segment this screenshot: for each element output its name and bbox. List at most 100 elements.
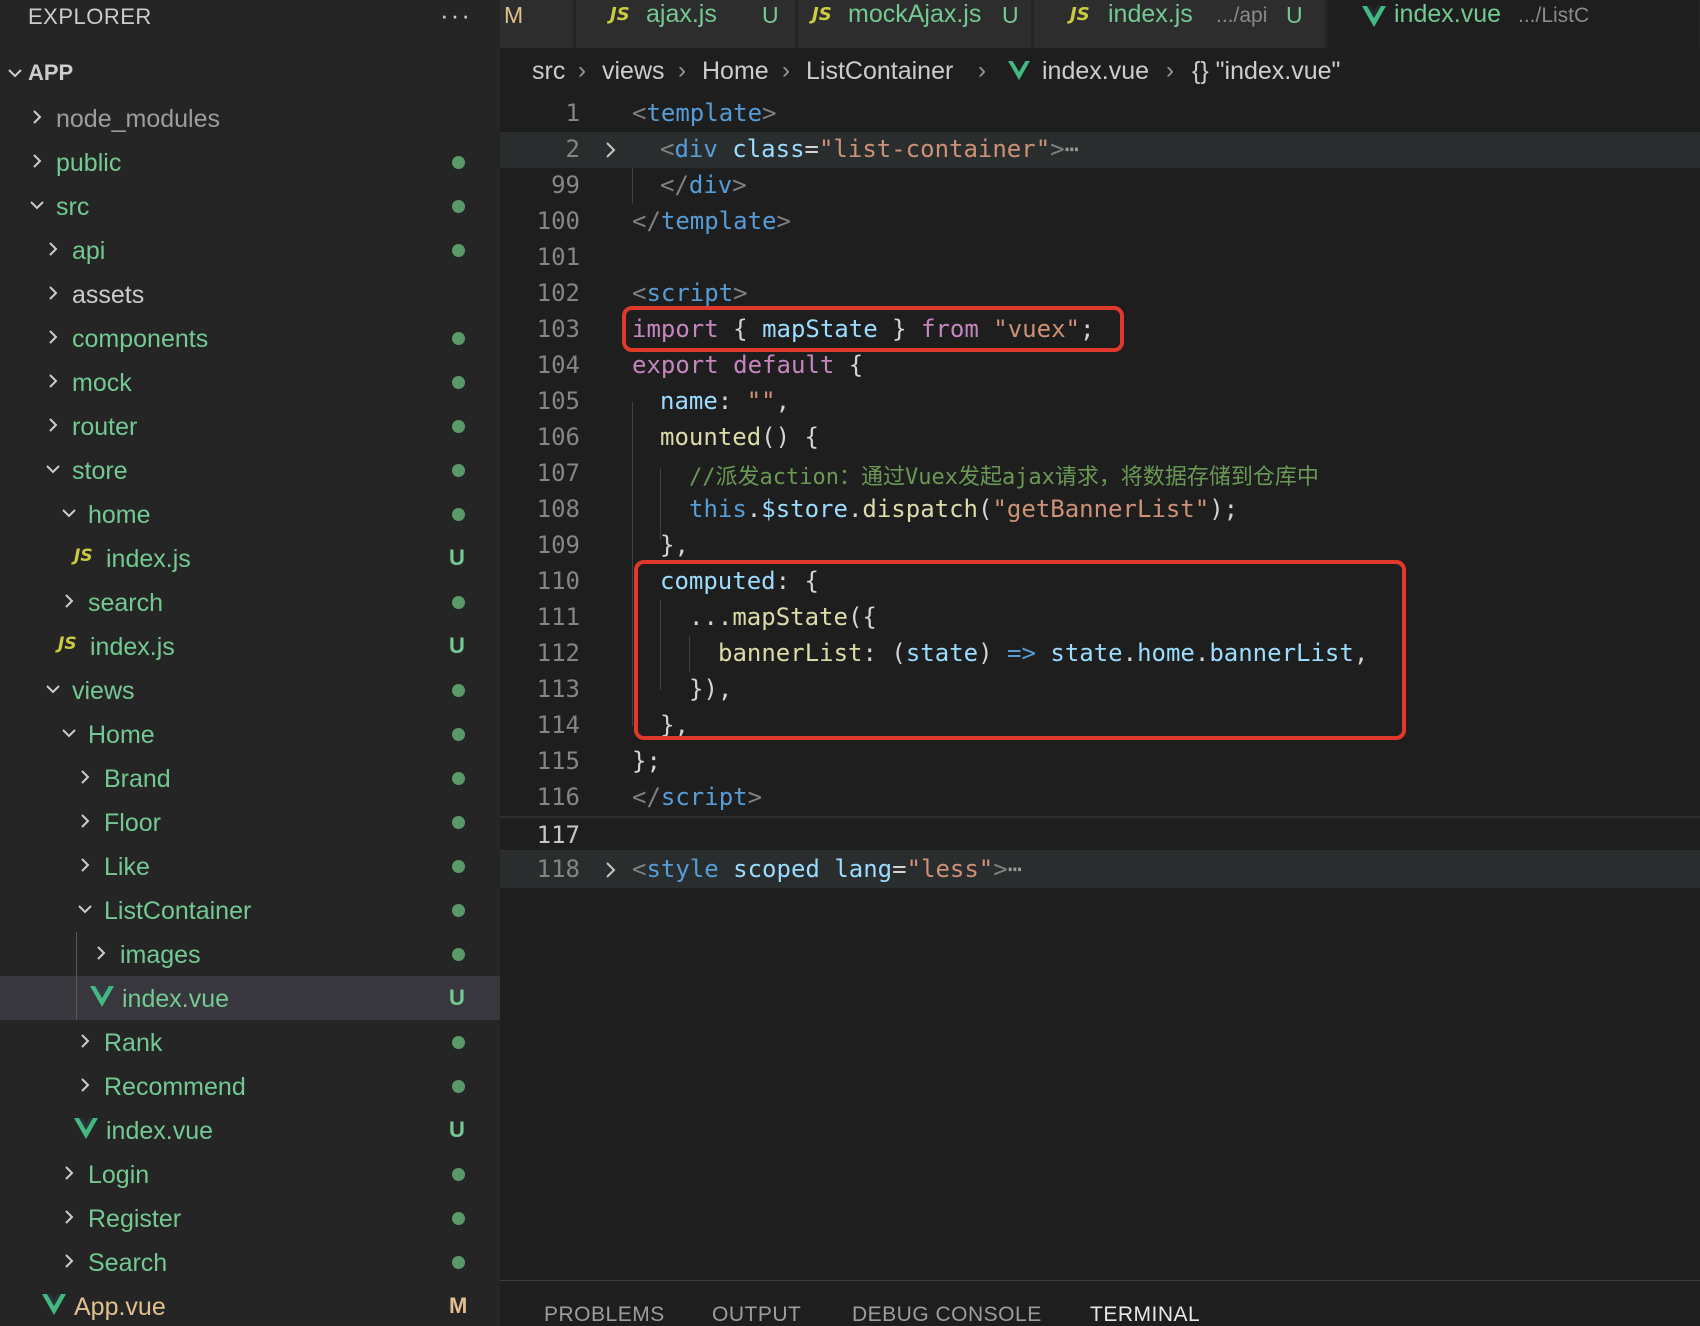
chevron-right-icon [26, 140, 46, 184]
tree-item[interactable]: images [0, 932, 500, 976]
tree-item-label: Search [88, 1249, 168, 1277]
tree-item[interactable]: Like [0, 844, 500, 888]
chevron-down-icon [26, 184, 46, 228]
tab-index-js-api[interactable]: JS index.js .../api U [1034, 0, 1326, 48]
code-editor[interactable]: 1 <template> 2 <div class="list-containe… [500, 96, 1700, 1276]
vue-file-icon [74, 1118, 100, 1142]
tree-item[interactable]: search [0, 580, 500, 624]
git-status-dot [452, 464, 465, 477]
tree-item-label: index.js [90, 633, 175, 661]
tree-item[interactable]: Search [0, 1240, 500, 1284]
more-actions-button[interactable]: ··· [440, 0, 472, 31]
chevron-right-icon[interactable] [600, 860, 620, 880]
git-status-dot [452, 376, 465, 389]
line-number: 1 [565, 99, 580, 127]
tree-indent-guide [76, 932, 77, 1020]
tab-terminal[interactable]: TERMINAL [1090, 1303, 1200, 1326]
line-content: </div> [660, 171, 747, 199]
tree-item[interactable]: node_modules [0, 96, 500, 140]
chevron-right-icon [58, 580, 78, 624]
line-content: <template> [632, 99, 777, 127]
tab-debug-console[interactable]: DEBUG CONSOLE [852, 1303, 1042, 1326]
tree-item[interactable]: Register [0, 1196, 500, 1240]
code-line: 107 //派发action：通过Vuex发起ajax请求，将数据存储到仓库中 [500, 456, 1700, 492]
chevron-down-icon [58, 492, 78, 536]
tree-item[interactable]: Recommend [0, 1064, 500, 1108]
line-content: mounted() { [660, 423, 819, 451]
line-number: 109 [536, 531, 580, 559]
tree-item[interactable]: Brand [0, 756, 500, 800]
tree-item[interactable]: index.vue U [0, 1108, 500, 1152]
tree-item[interactable]: src [0, 184, 500, 228]
tree-item-label: components [72, 325, 209, 353]
tree-item[interactable]: index.vue U [0, 976, 500, 1020]
breadcrumb-symbol[interactable]: {} "index.vue" [1192, 57, 1340, 86]
breadcrumb-home[interactable]: Home [702, 57, 769, 86]
vue-file-icon [1008, 61, 1030, 86]
tree-item[interactable]: Login [0, 1152, 500, 1196]
line-content: name: "", [660, 387, 791, 415]
js-file-icon: JS [1070, 4, 1090, 25]
tree-item[interactable]: JS index.js U [0, 536, 500, 580]
tree-item[interactable]: store [0, 448, 500, 492]
breadcrumb-listcontainer[interactable]: ListContainer [806, 57, 953, 86]
git-status-dot [452, 1256, 465, 1269]
git-status-badge: U [449, 1117, 465, 1142]
tab-path: .../api [1216, 4, 1268, 27]
tree-item-label: store [72, 457, 128, 485]
tree-item[interactable]: components [0, 316, 500, 360]
tree-item[interactable]: public [0, 140, 500, 184]
chevron-right-icon: › [978, 57, 986, 84]
tree-item-label: Floor [104, 809, 161, 837]
tree-item[interactable]: api [0, 228, 500, 272]
git-status-dot [452, 508, 465, 521]
git-status-dot [452, 1168, 465, 1181]
tab-modified-file[interactable]: M [500, 0, 574, 48]
tab-mockajax-js[interactable]: JS mockAjax.js U [798, 0, 1032, 48]
chevron-right-icon [58, 1240, 78, 1284]
chevron-right-icon [42, 316, 62, 360]
tree-item[interactable]: views [0, 668, 500, 712]
line-number: 116 [536, 783, 580, 811]
js-file-icon: JS [610, 4, 630, 25]
line-content: }, [660, 531, 689, 559]
breadcrumb-src[interactable]: src [532, 57, 565, 86]
code-line: 116 </script> [500, 780, 1700, 816]
explorer-root-folder[interactable]: APP [0, 52, 500, 92]
chevron-right-icon [42, 228, 62, 272]
tree-item[interactable]: mock [0, 360, 500, 404]
tree-item[interactable]: assets [0, 272, 500, 316]
git-status-dot [452, 156, 465, 169]
tree-item[interactable]: Home [0, 712, 500, 756]
chevron-right-icon [74, 844, 94, 888]
line-number: 105 [536, 387, 580, 415]
chevron-right-icon[interactable] [600, 140, 620, 160]
code-line: 101 [500, 240, 1700, 276]
tab-index-vue-active[interactable]: index.vue .../ListC [1328, 0, 1700, 48]
tree-item-label: ListContainer [104, 897, 252, 925]
git-status-dot [452, 772, 465, 785]
tree-item[interactable]: ListContainer [0, 888, 500, 932]
chevron-down-icon [42, 448, 62, 492]
tab-ajax-js[interactable]: JS ajax.js U [576, 0, 796, 48]
tree-item[interactable]: router [0, 404, 500, 448]
line-number: 103 [536, 315, 580, 343]
tree-item[interactable]: home [0, 492, 500, 536]
tab-badge: U [1286, 2, 1303, 28]
git-status-dot [452, 1080, 465, 1093]
tree-item[interactable]: Rank [0, 1020, 500, 1064]
tab-output[interactable]: OUTPUT [712, 1303, 801, 1326]
tab-problems[interactable]: PROBLEMS [544, 1303, 665, 1326]
breadcrumb-views[interactable]: views [602, 57, 665, 86]
tree-item-label: Login [88, 1161, 150, 1189]
chevron-down-icon [74, 888, 94, 932]
code-line: 106 mounted() { [500, 420, 1700, 456]
tree-item[interactable]: App.vue M [0, 1284, 500, 1326]
git-status-dot [452, 244, 465, 257]
tree-item[interactable]: JS index.js U [0, 624, 500, 668]
breadcrumb-file[interactable]: index.vue [1042, 57, 1149, 86]
line-number: 99 [551, 171, 580, 199]
tree-item-label: node_modules [56, 105, 221, 133]
git-status-dot [452, 420, 465, 433]
tree-item[interactable]: Floor [0, 800, 500, 844]
